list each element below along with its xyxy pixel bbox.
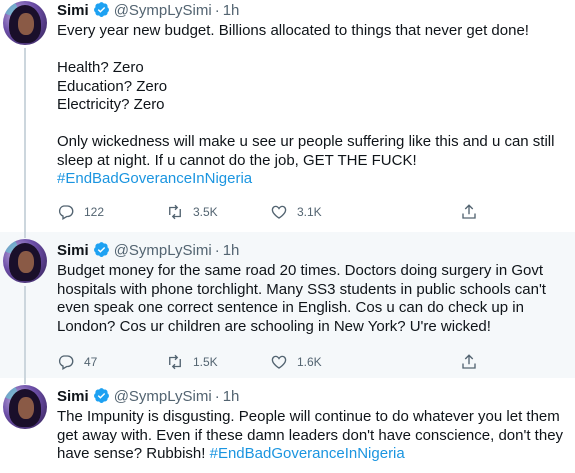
display-name[interactable]: Simi: [57, 242, 89, 259]
like-button[interactable]: 3.1K: [270, 203, 322, 221]
separator: ·: [214, 2, 220, 19]
display-name[interactable]: Simi: [57, 2, 89, 19]
reply-button[interactable]: 47: [57, 353, 97, 371]
tweet-text: Every year new budget. Billions allocate…: [57, 22, 567, 189]
verified-badge-icon: [93, 241, 110, 264]
tweet-header: Simi @SympLySimi · 1h: [57, 241, 239, 264]
tweet-line: Education? Zero: [57, 77, 168, 95]
tweet[interactable]: Simi @SympLySimi · 1h Budget money for the …: [0, 232, 575, 378]
timestamp[interactable]: 1h: [223, 242, 240, 259]
reply-count: 122: [84, 205, 105, 219]
tweet-header: Simi @SympLySimi · 1h: [57, 1, 239, 24]
tweet-line: Budget money for the same road 20 times.…: [57, 262, 544, 279]
tweet-line: Health? Zero: [57, 59, 144, 76]
tweet-text: Budget money for the same road 20 times.…: [57, 262, 567, 336]
timestamp[interactable]: 1h: [223, 2, 240, 19]
tweet-line: hospitals with phone torchlight. Many SS…: [57, 280, 546, 298]
handle[interactable]: @SympLySimi: [114, 2, 212, 19]
share-button[interactable]: [460, 353, 478, 371]
verified-badge-icon: [93, 1, 110, 24]
retweet-button[interactable]: 3.5K: [166, 203, 218, 221]
tweet-header: Simi @SympLySimi · 1h: [57, 387, 239, 410]
tweet-line: Only wickedness will make u see ur peopl…: [57, 133, 555, 150]
retweet-count: 1.5K: [193, 355, 218, 369]
tweet-line: The Impunity is disgusting. People will …: [57, 408, 560, 425]
reply-icon: [58, 205, 74, 220]
thread-line: [24, 232, 26, 238]
share-icon: [462, 354, 476, 369]
tweet-line: have sense? Rubbish! #EndBadGoveranceInN…: [57, 445, 567, 464]
retweet-icon: [169, 204, 181, 220]
heart-icon: [271, 205, 287, 219]
share-icon: [462, 204, 476, 219]
tweet-line-text: have sense? Rubbish!: [57, 445, 206, 462]
separator: ·: [214, 388, 220, 405]
hashtag-link[interactable]: #EndBadGoveranceInNigeria: [57, 170, 567, 189]
tweet-text: The Impunity is disgusting. People will …: [57, 408, 567, 464]
verified-badge-icon: [93, 387, 110, 410]
tweet-actions: 47 1.5K 1.6K: [57, 353, 487, 373]
retweet-button[interactable]: 1.5K: [166, 353, 218, 371]
separator: ·: [214, 242, 220, 259]
reply-icon: [58, 355, 74, 370]
avatar[interactable]: [3, 239, 47, 283]
handle[interactable]: @SympLySimi: [114, 242, 212, 259]
tweet-line: get away with. Even if these damn leader…: [57, 426, 564, 444]
share-button[interactable]: [460, 203, 478, 221]
handle[interactable]: @SympLySimi: [114, 388, 212, 405]
tweet-line: London? Cos ur children are schooling in…: [57, 317, 491, 335]
like-button[interactable]: 1.6K: [270, 353, 322, 371]
retweet-count: 3.5K: [193, 205, 218, 219]
tweet-line: Every year new budget. Billions allocate…: [57, 22, 529, 39]
thread-line: [24, 378, 26, 384]
tweet-line: even speak one correct sentence in Engli…: [57, 299, 524, 316]
display-name[interactable]: Simi: [57, 388, 89, 405]
reply-button[interactable]: 122: [57, 203, 104, 221]
heart-icon: [271, 355, 287, 369]
avatar[interactable]: [3, 1, 47, 45]
like-count: 3.1K: [297, 205, 322, 219]
avatar[interactable]: [3, 385, 47, 429]
hashtag-link[interactable]: #EndBadGoveranceInNigeria: [210, 445, 405, 462]
tweet-actions: 122 3.5K 3.1K: [57, 203, 487, 223]
tweet[interactable]: Simi @SympLySimi · 1h The Impunity is disgu…: [0, 378, 575, 473]
tweet[interactable]: Simi @SympLySimi · 1h Every year new budget…: [0, 0, 575, 232]
tweet-line: Electricity? Zero: [57, 96, 165, 113]
thread-line: [24, 48, 26, 232]
tweet-line: sleep at night. If u cannot do the job, …: [57, 151, 417, 169]
thread-line: [24, 286, 26, 378]
reply-count: 47: [84, 355, 98, 369]
like-count: 1.6K: [297, 355, 322, 369]
timestamp[interactable]: 1h: [223, 388, 240, 405]
retweet-icon: [169, 354, 181, 370]
